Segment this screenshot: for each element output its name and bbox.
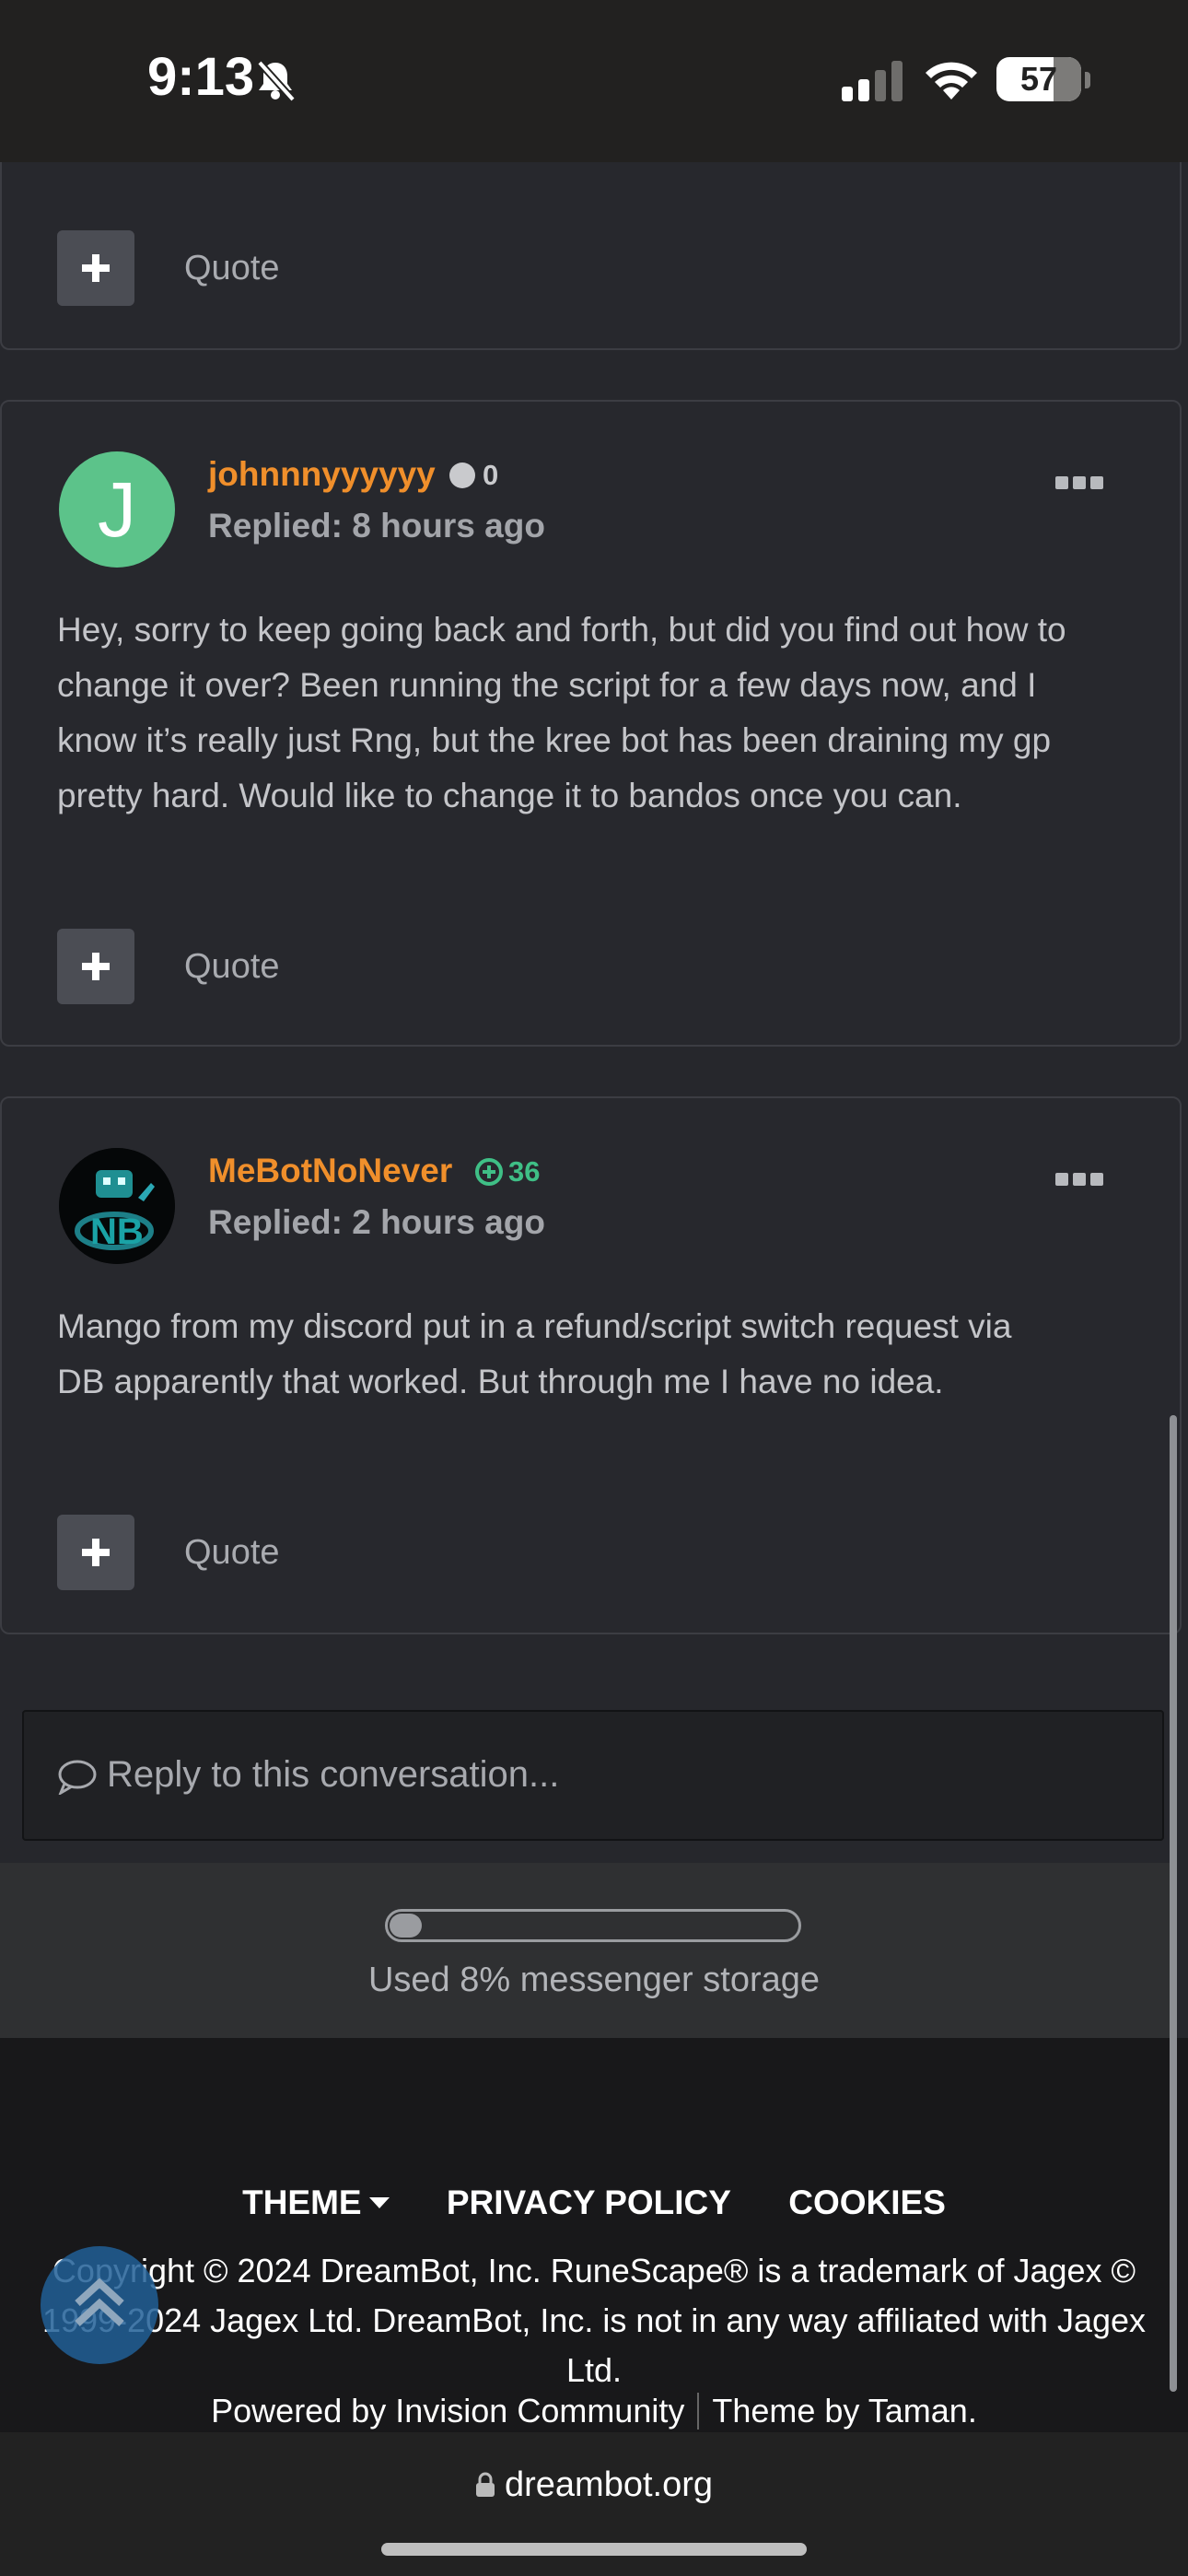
storage-label: Used 8% messenger storage: [367, 1961, 821, 1999]
comment-icon: [58, 1760, 97, 1795]
battery-tip: [1085, 72, 1090, 88]
quote-add-button[interactable]: [57, 1515, 134, 1590]
invision-link[interactable]: Powered by Invision Community: [211, 2392, 684, 2430]
post: J johnnnyyyyyy 0 Replied: 8 hours ago He…: [0, 400, 1182, 1047]
wifi-icon: [926, 62, 977, 100]
post-timestamp: Replied: 8 hours ago: [208, 507, 545, 544]
svg-text:NB: NB: [90, 1212, 144, 1252]
reply-placeholder: Reply to this conversation...: [107, 1754, 560, 1795]
battery-level: 57: [1019, 60, 1058, 98]
post-timestamp: Replied: 2 hours ago: [208, 1203, 545, 1241]
home-indicator[interactable]: [381, 2543, 807, 2556]
reply-input[interactable]: Reply to this conversation...: [22, 1710, 1164, 1841]
scrollbar[interactable]: [1170, 1415, 1177, 2392]
powered-by: Powered by Invision Community Theme by Ta…: [0, 2392, 1188, 2430]
theme-menu[interactable]: THEME: [242, 2184, 390, 2221]
caret-down-icon: [368, 2197, 390, 2208]
reputation-badge: 0: [449, 459, 498, 492]
post: NB MeBotNoNever 36 Replied: 2 hours ago …: [0, 1096, 1182, 1634]
status-time: 9:13: [147, 47, 255, 107]
browser-url-bar[interactable]: dreambot.org: [0, 2432, 1188, 2576]
quote-link[interactable]: Quote: [184, 249, 280, 288]
plus-icon: [82, 1539, 110, 1566]
cookies-link[interactable]: COOKIES: [788, 2184, 946, 2221]
quote-add-button[interactable]: [57, 929, 134, 1004]
quote-add-button[interactable]: [57, 230, 134, 306]
messenger-storage: Used 8% messenger storage: [0, 1863, 1175, 2038]
battery-icon: 57: [996, 57, 1081, 101]
post-body: Mango from my discord put in a refund/sc…: [57, 1307, 1012, 1400]
copyright-text: Copyright © 2024 DreamBot, Inc. RuneScap…: [41, 2252, 1147, 2389]
plus-circle-icon: [475, 1158, 503, 1186]
site-footer: THEME PRIVACY POLICY COOKIES Copyright ©…: [0, 2038, 1188, 2432]
author-name[interactable]: johnnnyyyyyy: [208, 455, 436, 494]
scroll-to-top-button[interactable]: [41, 2246, 158, 2364]
cellular-signal-icon: [842, 61, 903, 101]
bell-muted-icon: [257, 60, 296, 102]
post-body: Hey, sorry to keep going back and forth,…: [57, 611, 1066, 814]
privacy-policy-link[interactable]: PRIVACY POLICY: [447, 2184, 731, 2221]
divider: [697, 2393, 700, 2430]
status-bar: 9:13 57: [0, 0, 1188, 162]
author-name[interactable]: MeBotNoNever: [208, 1152, 452, 1190]
url-display[interactable]: dreambot.org: [0, 2465, 1188, 2505]
double-chevron-up-icon: [75, 2277, 124, 2326]
more-options-icon[interactable]: [1055, 1170, 1103, 1188]
more-options-icon[interactable]: [1055, 474, 1103, 492]
quote-link[interactable]: Quote: [184, 1533, 280, 1573]
avatar[interactable]: J: [59, 451, 175, 568]
robot-logo-icon: NB: [59, 1148, 175, 1264]
post-partial: Quote: [0, 162, 1182, 350]
storage-progress-fill: [390, 1914, 422, 1938]
quote-link[interactable]: Quote: [184, 947, 280, 987]
footer-links: THEME PRIVACY POLICY COOKIES: [0, 2184, 1188, 2222]
storage-progress-bar: [385, 1909, 801, 1942]
reputation-badge: 36: [475, 1155, 540, 1188]
plus-icon: [82, 953, 110, 980]
plus-icon: [82, 254, 110, 282]
neutral-reputation-icon: [449, 463, 475, 488]
lock-icon: [475, 2472, 495, 2497]
avatar[interactable]: NB: [59, 1148, 175, 1264]
theme-credit-link[interactable]: Theme by Taman.: [712, 2392, 976, 2430]
